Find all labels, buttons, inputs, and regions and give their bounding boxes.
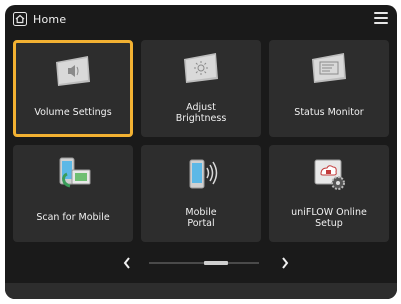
header-bar: Home [5, 5, 397, 33]
tile-label: Scan for Mobile [36, 212, 110, 223]
page-navigation [5, 251, 397, 275]
scan-for-mobile-button[interactable]: Scan for Mobile [13, 145, 133, 242]
tile-label: Mobile Portal [185, 206, 217, 229]
page-indicator-current [204, 261, 228, 265]
cloud-gear-icon [269, 149, 389, 199]
tile-label: Status Monitor [294, 107, 364, 118]
tile-label: Volume Settings [34, 107, 112, 118]
tile-label: Adjust Brightness [175, 101, 227, 124]
scan-mobile-icon [13, 149, 133, 199]
home-icon[interactable] [13, 12, 27, 26]
adjust-brightness-button[interactable]: Adjust Brightness [141, 40, 261, 137]
app-grid: Volume Settings Adjust Brightness Status… [13, 40, 389, 242]
page-title: Home [33, 12, 67, 26]
phone-wireless-icon [141, 149, 261, 199]
device-screen: Home Volume Settings Adjust Brightness S… [5, 5, 397, 299]
menu-icon[interactable] [374, 12, 388, 24]
mobile-portal-button[interactable]: Mobile Portal [141, 145, 261, 242]
chevron-right-icon[interactable] [280, 256, 290, 270]
sun-icon [141, 44, 261, 94]
monitor-icon [269, 44, 389, 94]
volume-settings-button[interactable]: Volume Settings [13, 40, 133, 137]
speaker-icon [16, 47, 130, 97]
bottom-bar [5, 283, 397, 299]
tile-label: uniFLOW Online Setup [291, 206, 367, 229]
chevron-left-icon[interactable] [122, 256, 132, 270]
status-monitor-button[interactable]: Status Monitor [269, 40, 389, 137]
uniflow-online-setup-button[interactable]: uniFLOW Online Setup [269, 145, 389, 242]
